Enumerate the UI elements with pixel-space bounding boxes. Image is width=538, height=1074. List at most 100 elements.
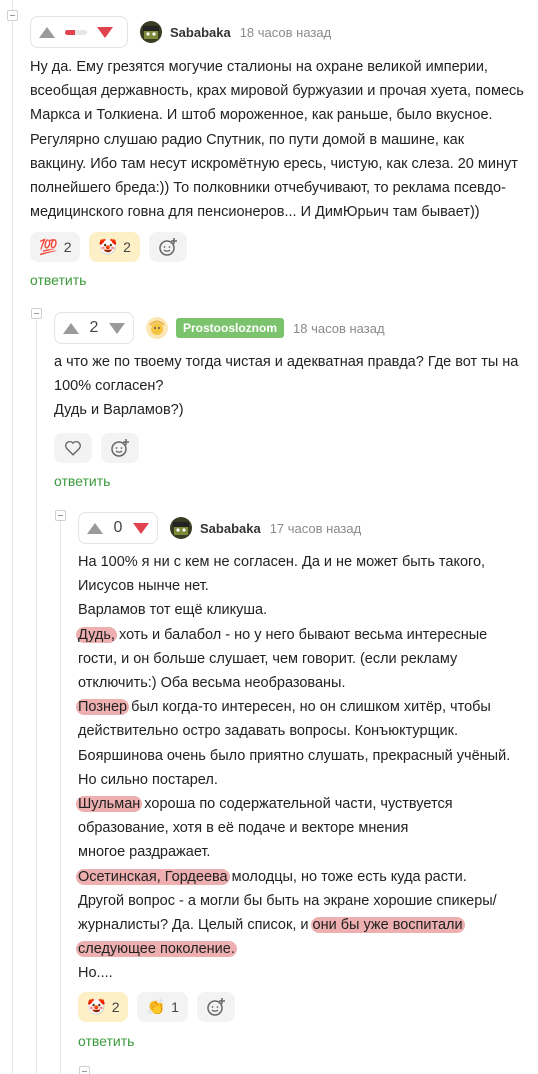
text-line: журналисты? Да. Целый список, и они бы у… bbox=[78, 913, 510, 937]
text-segment: молодцы, но тоже есть куда расти. bbox=[227, 868, 467, 885]
downvote-button[interactable] bbox=[133, 522, 149, 534]
downvote-button[interactable] bbox=[97, 26, 113, 38]
collapse-thread-button[interactable] bbox=[31, 308, 42, 319]
reaction-hundred[interactable]: 💯 2 bbox=[30, 232, 81, 262]
text-line: Варламов тот ещё кликуша. bbox=[78, 598, 510, 622]
clown-face-icon: 🤡 bbox=[98, 238, 118, 256]
comment-text: Ну да. Ему грезятся могучие сталионы на … bbox=[30, 55, 524, 224]
text-segment: Но сильно постарел. bbox=[78, 771, 218, 788]
comment-header: 2 Prostoosloznom 18 часов назад bbox=[54, 310, 385, 346]
clown-face-icon: 🤡 bbox=[87, 998, 106, 1016]
text-line: Иисусов нынче нет. bbox=[78, 574, 510, 598]
thread-line bbox=[60, 520, 61, 1074]
highlighted-text: Осетинская, Гордеева bbox=[76, 868, 230, 885]
text-segment: хоть и балабол - но у него бывают весьма… bbox=[114, 626, 488, 643]
highlighted-text: они бы уже воспитали bbox=[310, 917, 465, 934]
reaction-count: 2 bbox=[123, 239, 131, 255]
reaction-count: 2 bbox=[63, 239, 72, 255]
add-reaction-button[interactable] bbox=[148, 232, 187, 262]
reply-link[interactable]: ответить bbox=[54, 473, 110, 489]
text-line: Регулярно слушаю радио Спутник, по пути … bbox=[30, 131, 465, 148]
highlighted-text: следующее поколение. bbox=[76, 941, 237, 958]
text-segment: На 100% я ни с кем не согласен. Да и не … bbox=[78, 554, 486, 570]
add-reaction-icon bbox=[111, 439, 129, 457]
comment-time[interactable]: 18 часов назад bbox=[240, 25, 332, 40]
text-line: Маркса и Толкиена. И штоб мороженное, ка… bbox=[30, 107, 493, 124]
text-line: гости, и он больше слушает, чем говорит.… bbox=[78, 647, 510, 671]
text-line: Осетинская, Гордеева молодцы, но тоже ес… bbox=[76, 865, 510, 889]
hundred-points-icon: 💯 bbox=[39, 238, 58, 256]
add-reaction-button[interactable] bbox=[196, 992, 235, 1022]
reaction-count: 1 bbox=[171, 999, 179, 1015]
reactions-bar: 💯 2 🤡 2 bbox=[30, 232, 187, 262]
reaction-count: 2 bbox=[111, 999, 120, 1015]
text-segment: был когда-то интересен, но он слишком хи… bbox=[127, 699, 491, 716]
text-line: Но.... bbox=[78, 961, 510, 985]
text-segment: гости, и он больше слушает, чем говорит.… bbox=[78, 650, 458, 667]
reply-link[interactable]: ответить bbox=[30, 272, 86, 288]
text-line: отключить:) Оба весьма необразованы. bbox=[78, 671, 510, 695]
vote-controls bbox=[30, 16, 128, 48]
heart-icon bbox=[65, 440, 81, 456]
text-line: а что же по твоему тогда чистая и адеква… bbox=[54, 354, 519, 370]
text-segment: Бояршинова очень было приятно слушать, п… bbox=[78, 747, 511, 764]
highlighted-text: Шульман bbox=[76, 796, 143, 813]
text-segment: действительно остро задавать вопросы. Ко… bbox=[78, 723, 458, 740]
reaction-clap[interactable]: 👏 1 bbox=[137, 992, 188, 1022]
text-segment: Иисусов нынче нет. bbox=[78, 578, 209, 595]
rating-score: 0 bbox=[113, 519, 123, 536]
vote-controls: 0 bbox=[78, 512, 158, 544]
text-line: следующее поколение. bbox=[76, 937, 510, 961]
text-line: Но сильно постарел. bbox=[78, 768, 510, 792]
rating-ratio-bar bbox=[65, 29, 87, 35]
upvote-button[interactable] bbox=[87, 522, 103, 534]
collapse-thread-button[interactable] bbox=[79, 1066, 90, 1074]
highlighted-text: Познер bbox=[76, 699, 130, 716]
text-line: образование, хотя в её подаче и векторе … bbox=[78, 816, 510, 840]
text-line: Бояршинова очень было приятно слушать, п… bbox=[78, 744, 510, 768]
author-name[interactable]: Sababaka bbox=[170, 25, 231, 40]
highlighted-text: Дудь, bbox=[76, 626, 117, 643]
avatar[interactable] bbox=[140, 21, 162, 43]
author-name[interactable]: Prostoosloznom bbox=[176, 318, 285, 338]
vote-controls: 2 bbox=[54, 312, 134, 344]
reaction-clown[interactable]: 🤡 2 bbox=[78, 992, 129, 1022]
text-line: Шульман хороша по содержательной части, … bbox=[76, 792, 510, 816]
reply-link[interactable]: ответить bbox=[78, 1033, 134, 1049]
text-segment: Другой вопрос - а могли бы быть на экран… bbox=[78, 892, 497, 909]
text-segment: журналисты? Да. Целый список, и bbox=[78, 917, 313, 934]
like-button[interactable] bbox=[54, 433, 92, 463]
text-line: многое раздражает. bbox=[78, 840, 510, 864]
text-segment: Но.... bbox=[78, 965, 113, 982]
comment-time[interactable]: 17 часов назад bbox=[270, 521, 362, 536]
text-line: действительно остро задавать вопросы. Ко… bbox=[78, 719, 510, 743]
text-line: 100% согласен? bbox=[54, 378, 164, 395]
clapping-hands-icon: 👏 bbox=[146, 998, 166, 1016]
text-line: Другой вопрос - а могли бы быть на экран… bbox=[78, 889, 510, 913]
text-line: Дудь и Варламов?) bbox=[54, 402, 184, 419]
downvote-button[interactable] bbox=[109, 322, 125, 334]
upvote-button[interactable] bbox=[63, 322, 79, 334]
add-reaction-button[interactable] bbox=[101, 433, 139, 463]
collapse-thread-button[interactable] bbox=[7, 10, 18, 21]
reaction-clown[interactable]: 🤡 2 bbox=[89, 232, 140, 262]
collapse-thread-button[interactable] bbox=[55, 510, 66, 521]
add-reaction-icon bbox=[159, 238, 177, 256]
text-line: На 100% я ни с кем не согласен. Да и не … bbox=[78, 550, 510, 574]
text-line: всеобщая державность, крах мировой буржу… bbox=[30, 83, 524, 100]
avatar[interactable] bbox=[146, 317, 168, 339]
comment-header: 0 Sababaka 17 часов назад bbox=[78, 510, 361, 546]
text-segment: отключить:) Оба весьма необразованы. bbox=[78, 675, 346, 692]
text-line: Познер был когда-то интересен, но он сли… bbox=[76, 695, 510, 719]
thread-line bbox=[36, 320, 37, 1074]
text-line: полнейшего бреда:)) То полковники отчебу… bbox=[30, 180, 506, 197]
avatar[interactable] bbox=[170, 517, 192, 539]
comment-time[interactable]: 18 часов назад bbox=[293, 321, 385, 336]
text-segment: хороша по содержательной части, чуствует… bbox=[140, 796, 453, 813]
upvote-button[interactable] bbox=[39, 26, 55, 38]
author-name[interactable]: Sababaka bbox=[200, 521, 261, 536]
rating-score: 2 bbox=[89, 319, 99, 336]
text-segment: многое раздражает. bbox=[78, 844, 211, 861]
text-segment: образование, хотя в её подаче и векторе … bbox=[78, 820, 409, 837]
text-segment: Варламов тот ещё кликуша. bbox=[78, 602, 268, 619]
